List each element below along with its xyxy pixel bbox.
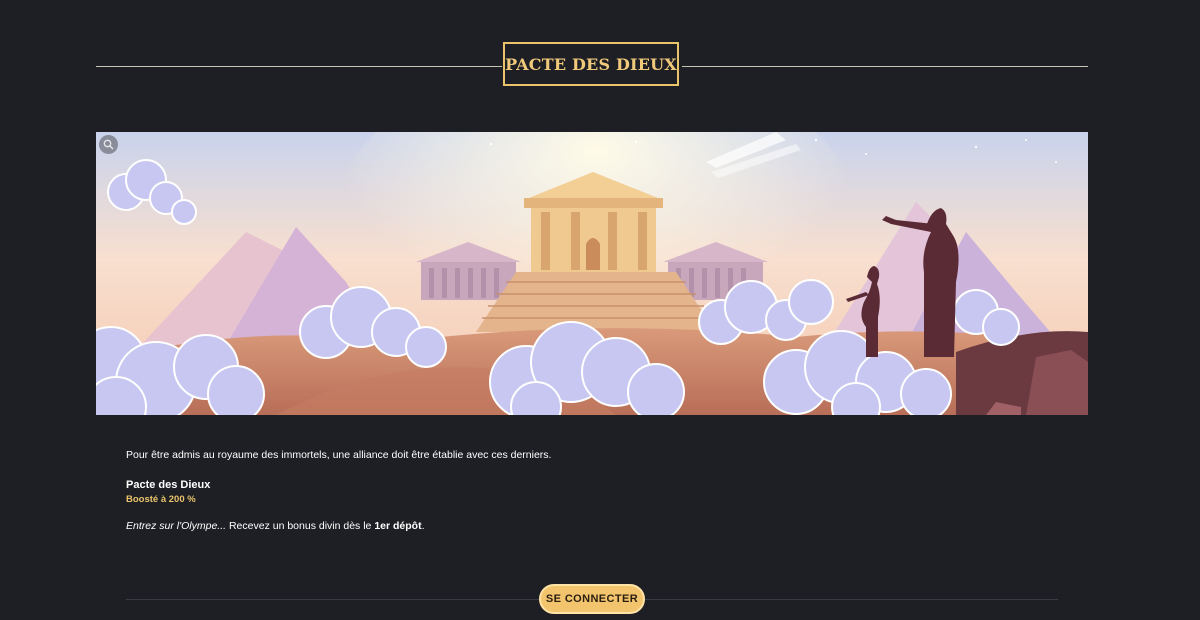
- section-header: PACTE DES DIEUX: [96, 42, 1088, 90]
- section-title: PACTE DES DIEUX: [503, 42, 679, 86]
- intro-text: Pour être admis au royaume des immortels…: [126, 449, 552, 461]
- promo-description: Pour être admis au royaume des immortels…: [126, 449, 1026, 532]
- divider-left: [96, 66, 502, 67]
- cta-end: .: [421, 520, 425, 532]
- zoom-button[interactable]: [99, 135, 118, 154]
- divider-right: [682, 66, 1088, 67]
- magnifier-icon: [103, 139, 114, 150]
- promo-banner-image: [96, 132, 1088, 415]
- cta-italic: Entrez sur l'Olympe...: [126, 520, 227, 532]
- cta-bold: 1er dépôt: [374, 520, 422, 532]
- offer-name: Pacte des Dieux: [126, 479, 211, 491]
- login-button[interactable]: SE CONNECTER: [539, 584, 645, 614]
- cta-plain: Recevez un bonus divin dès le: [226, 520, 375, 532]
- offer-boost: Boosté à 200 %: [126, 494, 196, 505]
- cta-text: Entrez sur l'Olympe... Recevez un bonus …: [126, 520, 1026, 532]
